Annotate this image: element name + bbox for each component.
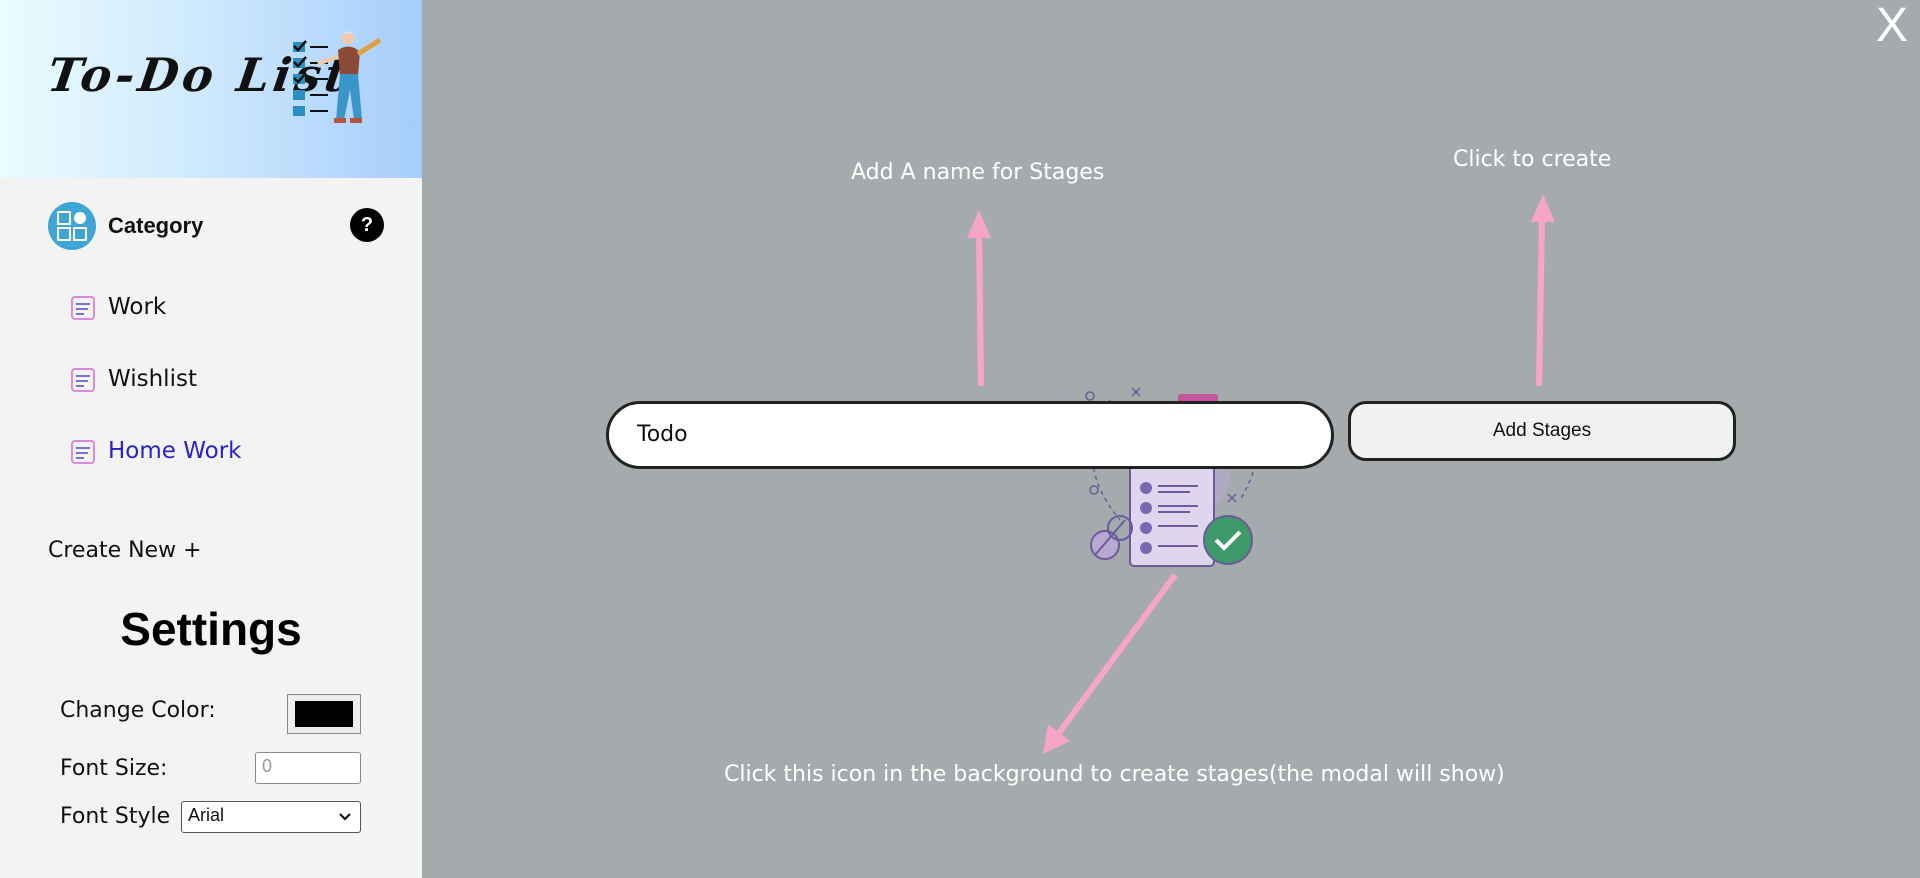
category-icon bbox=[48, 202, 96, 250]
logo-banner: To-Do List bbox=[0, 0, 422, 178]
help-button[interactable]: ? bbox=[350, 208, 384, 242]
note-icon bbox=[71, 296, 95, 320]
sidebar-item-label: Work bbox=[108, 294, 167, 320]
font-size-input[interactable]: 0 bbox=[255, 752, 361, 784]
checklist-person-illustration bbox=[293, 31, 382, 123]
sidebar-item-label: Home Work bbox=[108, 438, 242, 464]
note-icon bbox=[71, 440, 95, 464]
close-modal-button[interactable]: X bbox=[1872, 0, 1912, 52]
settings-title: Settings bbox=[120, 603, 302, 655]
hint-stage-name: Add A name for Stages bbox=[851, 160, 1105, 185]
sidebar: To-Do List Category ? Work Wishlist Home… bbox=[0, 0, 422, 878]
font-style-value: Arial bbox=[188, 805, 225, 825]
font-style-label: Font Style bbox=[60, 804, 171, 829]
hint-background-icon: Click this icon in the background to cre… bbox=[724, 762, 1505, 787]
hint-click-create: Click to create bbox=[1453, 147, 1612, 172]
font-size-label: Font Size: bbox=[60, 756, 168, 781]
sidebar-item-label: Wishlist bbox=[108, 366, 197, 392]
add-stages-button[interactable]: Add Stages bbox=[1348, 401, 1736, 461]
color-swatch-fill bbox=[295, 701, 353, 727]
stage-name-input[interactable]: Todo bbox=[606, 401, 1334, 469]
category-header: Category ? bbox=[48, 202, 388, 250]
note-icon bbox=[71, 368, 95, 392]
category-label: Category bbox=[108, 213, 204, 238]
sidebar-item-wishlist[interactable]: Wishlist bbox=[70, 362, 390, 396]
change-color-label: Change Color: bbox=[60, 698, 216, 723]
app-root: To-Do List Category ? Work Wishlist Home… bbox=[0, 0, 1920, 878]
color-picker[interactable] bbox=[287, 694, 361, 734]
create-new-button[interactable]: Create New + bbox=[48, 538, 202, 563]
chevron-down-icon bbox=[339, 813, 351, 821]
font-style-select[interactable]: Arial bbox=[181, 801, 361, 833]
sidebar-item-work[interactable]: Work bbox=[70, 290, 390, 324]
sidebar-item-home-work[interactable]: Home Work bbox=[70, 434, 390, 468]
